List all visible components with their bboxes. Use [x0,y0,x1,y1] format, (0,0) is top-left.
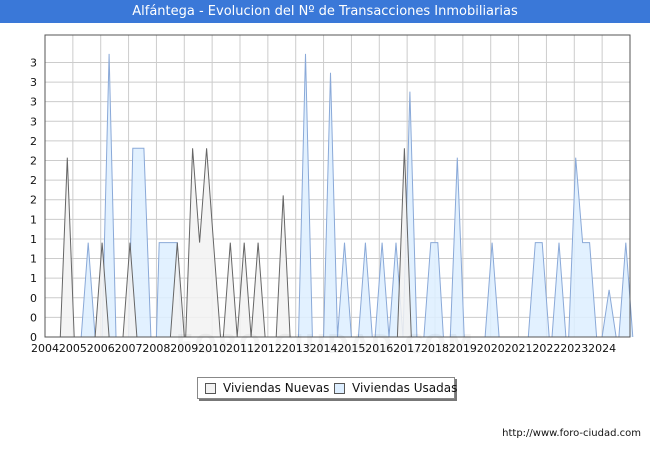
legend: Viviendas Nuevas Viviendas Usadas [197,377,458,399]
y-tick-label: 1 [30,253,37,266]
y-tick-label: 2 [30,194,37,207]
chart-title: Alfántega - Evolucion del Nº de Transacc… [0,0,650,23]
y-tick-label: 0 [30,292,37,305]
y-tick-label: 2 [30,135,37,148]
y-tick-label: 1 [30,233,37,246]
source-url[interactable]: http://www.foro-ciudad.com [502,428,641,439]
legend-label-nuevas: Viviendas Nuevas [223,381,330,395]
chart-area: 2004 2005 2006 2007 2008 2009 2010 2011 2012 2013… [30,34,634,355]
y-tick-label: 3 [30,76,37,89]
legend-swatch-usadas [334,383,345,394]
y-tick-label: 3 [30,115,37,128]
watermark: FORO-CIUDAD.COM [0,330,650,360]
y-tick-label: 1 [30,272,37,285]
legend-label-usadas: Viviendas Usadas [352,381,458,395]
y-tick-label: 3 [30,96,37,109]
y-tick-label: 2 [30,174,37,187]
y-tick-label: 2 [30,155,37,168]
y-tick-label: 1 [30,213,37,226]
y-tick-label: 3 [30,56,37,69]
legend-swatch-nuevas [205,383,216,394]
series-layer [45,53,634,338]
y-tick-label: 0 [30,311,37,324]
